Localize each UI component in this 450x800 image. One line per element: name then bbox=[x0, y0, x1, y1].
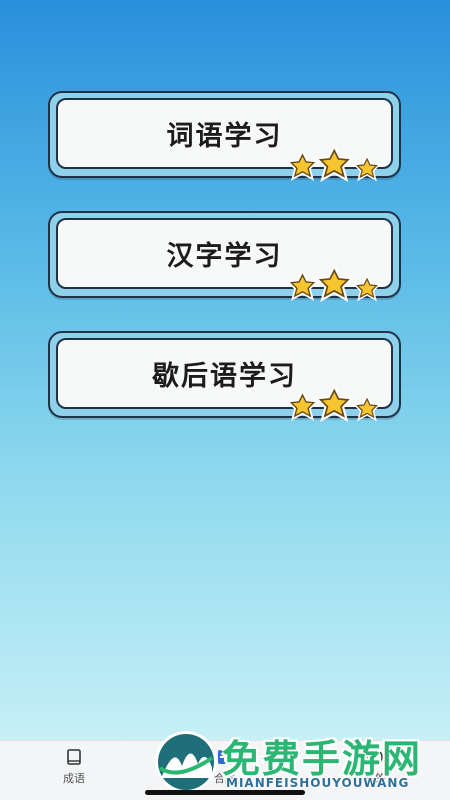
tab-label: 成语 bbox=[63, 772, 85, 785]
watermark-title: 免费手游网 bbox=[222, 737, 423, 781]
card-label: 词语学习 bbox=[166, 121, 283, 152]
menu-card-words[interactable]: 词语学习 bbox=[48, 91, 401, 182]
learning-menu: 词语学习 汉字学习 歇后语学习 bbox=[0, 0, 450, 740]
card-label: 歇后语学习 bbox=[152, 361, 297, 392]
menu-card-characters[interactable]: 汉字学习 bbox=[48, 211, 401, 302]
home-indicator bbox=[145, 790, 305, 795]
card-label: 汉字学习 bbox=[166, 241, 283, 272]
book-icon bbox=[64, 747, 84, 767]
watermark-logo-icon bbox=[155, 731, 217, 793]
three-stars-icon bbox=[285, 148, 382, 182]
site-watermark: 免费手游网 MIANFEISHOUYOUWANG bbox=[152, 726, 446, 796]
menu-card-xiehouyu[interactable]: 歇后语学习 bbox=[48, 331, 401, 422]
three-stars-icon bbox=[285, 388, 382, 422]
tab-idioms[interactable]: 成语 bbox=[34, 747, 114, 787]
watermark-subtitle: MIANFEISHOUYOUWANG bbox=[226, 776, 410, 790]
three-stars-icon bbox=[285, 268, 382, 302]
